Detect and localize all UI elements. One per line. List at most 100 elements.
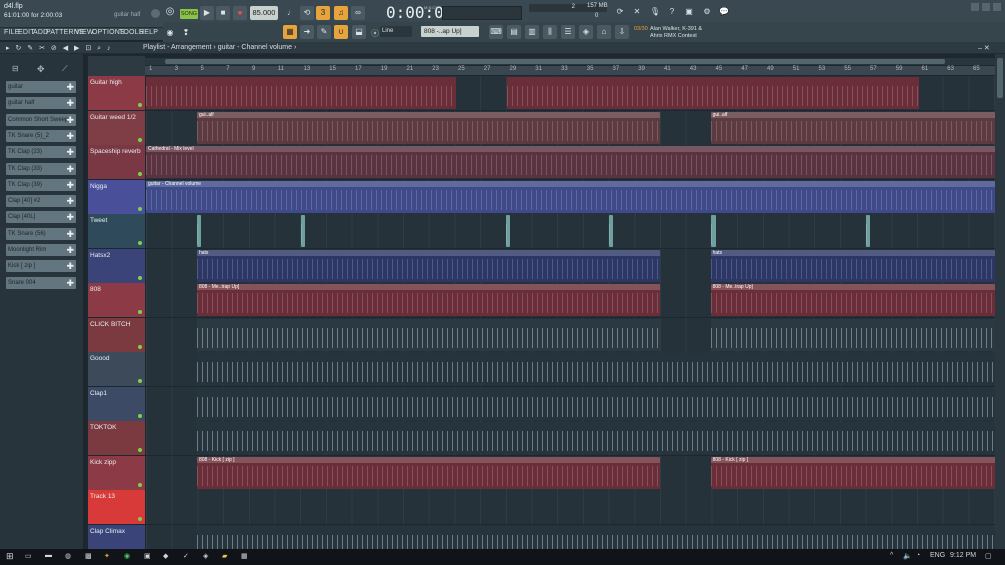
track-lane[interactable]: 808 - Kick [ zip ] 808 - Kick [ zip ]: [146, 455, 995, 490]
countdown-icon[interactable]: 3: [316, 6, 330, 20]
notifications-icon[interactable]: ▢: [985, 552, 992, 560]
track-lane[interactable]: [146, 76, 995, 110]
fl-studio-icon[interactable]: ✦: [104, 552, 110, 560]
track-lane[interactable]: [146, 214, 995, 248]
maximize-icon[interactable]: [982, 3, 990, 11]
playlist-clip[interactable]: gui..alf: [196, 111, 660, 144]
track-lane[interactable]: hats hats: [146, 248, 995, 283]
track-header[interactable]: Guitar weed 1/2: [88, 110, 145, 145]
track-header[interactable]: Guitar high: [88, 76, 145, 110]
plus-icon[interactable]: ✚: [66, 163, 74, 175]
save-icon[interactable]: ▣: [682, 5, 696, 19]
track-header[interactable]: TOKTOK: [88, 421, 145, 455]
playlist-clip[interactable]: [710, 318, 995, 351]
playlist-clip[interactable]: hats: [196, 249, 660, 282]
track-enable-led[interactable]: [138, 241, 142, 245]
playlist-clip[interactable]: guitar - Channel volume: [146, 180, 995, 213]
mic-icon[interactable]: 🎙: [648, 5, 662, 19]
track-header[interactable]: Hatsx2: [88, 248, 145, 283]
stop-button[interactable]: ■: [216, 6, 230, 20]
track-enable-led[interactable]: [138, 206, 142, 211]
track-lane[interactable]: Cathedral - Mix level: [146, 145, 995, 179]
playlist-clip[interactable]: [196, 318, 660, 351]
plus-icon[interactable]: ✚: [66, 260, 74, 272]
plus-icon[interactable]: ✚: [66, 211, 74, 223]
app-icon-4[interactable]: ◆: [163, 552, 168, 560]
playlist-clip[interactable]: [196, 215, 202, 247]
track-lane[interactable]: gui..alf gui..alf: [146, 110, 995, 145]
menu-view[interactable]: VIEW: [75, 29, 94, 36]
metronome-icon[interactable]: ♩: [284, 6, 298, 20]
track-header[interactable]: Clap Climax: [88, 524, 145, 549]
playlist-clip[interactable]: gui..alf: [710, 111, 995, 144]
horizontal-scroll-thumb[interactable]: [165, 59, 945, 64]
browser-icon[interactable]: ☰: [561, 25, 575, 39]
picker-item[interactable]: TK Clap (39) ✚: [6, 178, 76, 191]
vertical-scrollbar[interactable]: [995, 54, 1005, 549]
playlist-clip[interactable]: [506, 77, 919, 109]
track-enable-led[interactable]: [138, 413, 142, 418]
news-line2[interactable]: Ahrix RMX Contest: [650, 33, 697, 39]
app-icon-5[interactable]: ✓: [183, 552, 189, 560]
picker-item[interactable]: Kick [ zip ] ✚: [6, 260, 76, 273]
track-lane[interactable]: 808 - Me..trap Up] 808 - Me..trap Up]: [146, 283, 995, 317]
plus-icon[interactable]: ✚: [66, 114, 74, 126]
volume-icon[interactable]: 🔈: [903, 552, 912, 560]
track-enable-led[interactable]: [138, 379, 142, 383]
plus-icon[interactable]: ✚: [66, 97, 74, 109]
timeline-ruler[interactable]: 1 3 5 7 9 11 13 15 17 19 21 23 25 27 29 31 33 35 37 39 41 43 4…: [145, 66, 995, 75]
chrome-icon[interactable]: ◍: [65, 552, 71, 560]
app-icon-6[interactable]: ◈: [203, 552, 208, 560]
playlist-clip[interactable]: [300, 215, 305, 247]
tempo-display[interactable]: 85.000: [250, 6, 278, 20]
playlist-clip[interactable]: [146, 77, 456, 109]
undo-icon[interactable]: ⟳: [613, 5, 627, 19]
picker-view-icon[interactable]: ⊟: [12, 64, 19, 73]
plus-icon[interactable]: ✚: [66, 179, 74, 191]
app-icon-7[interactable]: ▦: [241, 552, 248, 560]
channel-rack-icon[interactable]: ▥: [525, 25, 539, 39]
playlist-view-icon[interactable]: ▦: [283, 25, 297, 39]
track-lane[interactable]: [146, 490, 995, 524]
plus-icon[interactable]: ✚: [66, 244, 74, 256]
playlist-clip[interactable]: [196, 353, 995, 385]
draw-tool-icon[interactable]: ✎: [317, 25, 331, 39]
vertical-scroll-thumb[interactable]: [997, 58, 1003, 98]
track-header[interactable]: Track 13: [88, 490, 145, 524]
arrow-icon[interactable]: ➜: [300, 25, 314, 39]
playlist-clip[interactable]: [505, 215, 511, 247]
picker-item[interactable]: Moonlight Rim ✚: [6, 244, 76, 256]
tray-chevron-icon[interactable]: ^: [890, 552, 893, 559]
track-header[interactable]: Nigga: [88, 179, 145, 214]
plus-icon[interactable]: ✚: [66, 228, 74, 240]
app-icon-3[interactable]: ▣: [144, 552, 151, 560]
playlist-clip[interactable]: 808 - Me..trap Up]: [196, 284, 660, 316]
song-mode-toggle[interactable]: SONG: [180, 9, 198, 19]
step-seq-icon[interactable]: ▤: [507, 25, 521, 39]
track-header[interactable]: Clap1: [88, 386, 145, 421]
track-enable-led[interactable]: [138, 344, 142, 349]
close-icon[interactable]: [993, 3, 1001, 11]
mixer-icon[interactable]: ✕: [630, 5, 644, 19]
stamp-icon[interactable]: ⬓: [352, 25, 366, 39]
mixer-view-icon[interactable]: ⫼: [543, 25, 557, 39]
menu-help[interactable]: HELP: [139, 29, 158, 36]
hint-knob[interactable]: [151, 9, 160, 18]
picker-draw-icon[interactable]: ⟋: [62, 64, 68, 74]
record-button[interactable]: ●: [233, 6, 247, 20]
plus-icon[interactable]: ✚: [66, 195, 74, 207]
track-header[interactable]: Spaceship reverb: [88, 145, 145, 179]
app-icon-2[interactable]: ▩: [85, 552, 92, 560]
playlist-clip[interactable]: Cathedral - Mix level: [146, 146, 995, 178]
track-enable-led[interactable]: [138, 482, 142, 487]
plugin-icon[interactable]: ⚙: [700, 5, 714, 19]
picker-move-icon[interactable]: ✥: [37, 64, 45, 75]
playlist-clip[interactable]: 808 - Kick [ zip ]: [710, 456, 995, 489]
track-enable-led[interactable]: [138, 172, 142, 176]
language-indicator[interactable]: ENG: [930, 552, 945, 559]
playlist-clip[interactable]: [196, 525, 995, 549]
info-icon[interactable]: ❢: [179, 26, 193, 40]
playlist-clip[interactable]: [196, 422, 995, 454]
track-lane[interactable]: [146, 421, 995, 455]
news-line1[interactable]: Alan Walker, K-391 &: [650, 26, 702, 32]
